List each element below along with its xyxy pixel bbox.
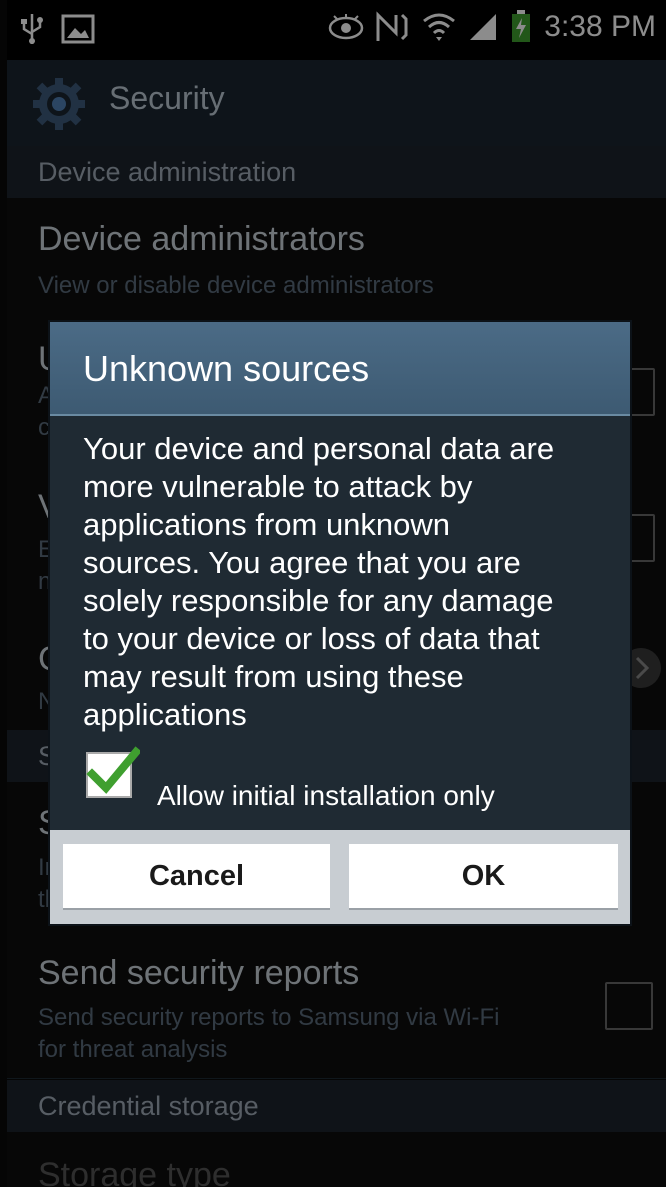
dialog-title: Unknown sources (83, 348, 370, 389)
dialog-message: Your device and personal data are more v… (83, 430, 603, 734)
dialog-title-bar: Unknown sources (50, 322, 630, 416)
dialog-message-line: applications from unknown (83, 507, 451, 542)
dialog-message-line: solely responsible for any damage (83, 583, 554, 618)
ok-button[interactable]: OK (349, 844, 618, 908)
dialog-message-line: Your device and personal data are (83, 431, 555, 466)
dialog-message-line: sources. You agree that you are (83, 545, 521, 580)
dialog-message-line: may result from using these (83, 659, 464, 694)
screen: 3:38 PM Security Device administration D… (7, 0, 666, 1187)
checkmark-icon (86, 746, 140, 794)
unknown-sources-dialog: Unknown sources Your device and personal… (50, 322, 630, 924)
dialog-message-line: applications (83, 697, 247, 732)
dialog-message-line: more vulnerable to attack by (83, 469, 473, 504)
allow-initial-installation-label[interactable]: Allow initial installation only (157, 780, 495, 812)
allow-initial-installation-checkbox[interactable] (86, 746, 140, 798)
dialog-message-line: to your device or loss of data that (83, 621, 540, 656)
cancel-button[interactable]: Cancel (63, 844, 330, 908)
dialog-button-bar: Cancel OK (50, 830, 630, 924)
